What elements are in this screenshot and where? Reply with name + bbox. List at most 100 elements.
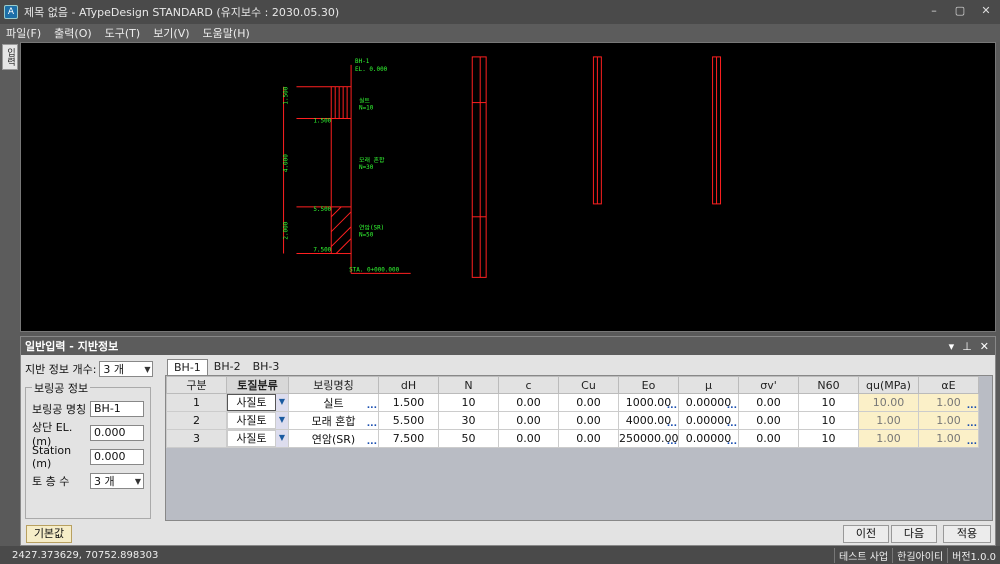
- soil-class-select[interactable]: 사질토 ▼: [226, 429, 289, 448]
- boring-name-input[interactable]: BH-1: [90, 401, 144, 417]
- cell-text: 1.00: [936, 396, 961, 409]
- eo-cell[interactable]: 250000.00...: [618, 429, 679, 448]
- chevron-down-icon: ▼: [144, 364, 151, 374]
- menu-tools[interactable]: 도구(T): [105, 25, 141, 41]
- mu-cell[interactable]: 0.00000...: [678, 429, 739, 448]
- ellipsis-icon[interactable]: ...: [367, 401, 377, 411]
- panel-close-icon[interactable]: ✕: [980, 340, 989, 353]
- boring-name-cell[interactable]: 연암(SR)...: [288, 429, 379, 448]
- soil-class-select[interactable]: 사질토 ▼: [226, 411, 289, 430]
- ellipsis-icon[interactable]: ...: [367, 419, 377, 429]
- grid-cell[interactable]: 0.00: [558, 429, 619, 448]
- tab-bh-2[interactable]: BH-2: [208, 359, 247, 375]
- soil-class-value: 사질토: [227, 412, 276, 429]
- soil-layers-label: 토 층 수: [32, 475, 70, 488]
- soil-layers-select[interactable]: 3 개 ▼: [90, 473, 144, 489]
- grid-cell[interactable]: 10: [438, 393, 499, 412]
- top-el-input[interactable]: 0.000: [90, 425, 144, 441]
- menu-view[interactable]: 보기(V): [153, 25, 189, 41]
- eo-cell[interactable]: 1000.00...: [618, 393, 679, 412]
- tab-bh-3[interactable]: BH-3: [247, 359, 286, 375]
- grid-cell[interactable]: 0.00: [558, 393, 619, 412]
- layer-1-name: 실트: [359, 97, 370, 105]
- grid-cell[interactable]: 0.00: [558, 411, 619, 430]
- grid-cell[interactable]: 0.00: [498, 393, 559, 412]
- ae-cell[interactable]: 1.00...: [918, 393, 979, 412]
- dropdown-icon[interactable]: ▾: [949, 340, 955, 353]
- apply-button[interactable]: 적용: [943, 525, 991, 543]
- ellipsis-icon[interactable]: ...: [967, 437, 977, 447]
- mu-cell[interactable]: 0.00000...: [678, 411, 739, 430]
- row-number: 1: [166, 393, 227, 412]
- grid-cell[interactable]: 0.00: [498, 411, 559, 430]
- borehole-tabs: BH-1 BH-2 BH-3: [167, 359, 285, 375]
- col-header: Eo: [618, 376, 679, 394]
- el-label: EL. 0.000: [355, 66, 388, 73]
- ellipsis-icon[interactable]: ...: [667, 419, 677, 429]
- col-header: μ: [678, 376, 739, 394]
- ellipsis-icon[interactable]: ...: [367, 437, 377, 447]
- menu-file[interactable]: 파일(F): [6, 25, 41, 41]
- ellipsis-icon[interactable]: ...: [727, 401, 737, 411]
- ellipsis-icon[interactable]: ...: [727, 437, 737, 447]
- station-drawing-label: STA. 0+000.000: [349, 266, 399, 273]
- grid-cell[interactable]: 0.00: [738, 411, 799, 430]
- grid-cell-readonly: 1.00: [858, 411, 919, 430]
- soil-class-select[interactable]: 사질토 ▼: [226, 393, 289, 412]
- menu-bar: 파일(F) 출력(O) 도구(T) 보기(V) 도움말(H): [0, 24, 1000, 42]
- default-values-button[interactable]: 기본값: [26, 525, 72, 543]
- next-button[interactable]: 다음: [891, 525, 937, 543]
- row-number: 2: [166, 411, 227, 430]
- ground-info-grid: 구분 토질분류 보링명칭 dH N c Cu Eo μ σv' N60 qu(M…: [165, 375, 993, 521]
- grid-cell[interactable]: 50: [438, 429, 499, 448]
- layer-count-label: 지반 정보 개수:: [25, 363, 97, 376]
- grid-cell[interactable]: 0.00: [738, 429, 799, 448]
- ae-cell[interactable]: 1.00...: [918, 411, 979, 430]
- boring-name-cell[interactable]: 실트...: [288, 393, 379, 412]
- grid-cell[interactable]: 10: [798, 429, 859, 448]
- soil-class-value: 사질토: [227, 394, 276, 411]
- grid-cell[interactable]: 30: [438, 411, 499, 430]
- side-tab-input[interactable]: 입력: [2, 44, 18, 70]
- ellipsis-icon[interactable]: ...: [727, 419, 737, 429]
- ellipsis-icon[interactable]: ...: [967, 401, 977, 411]
- layer-3-n: N=50: [359, 232, 374, 239]
- boring-name-cell[interactable]: 모래 혼합...: [288, 411, 379, 430]
- grid-cell[interactable]: 10: [798, 411, 859, 430]
- ae-cell[interactable]: 1.00...: [918, 429, 979, 448]
- drawing-canvas[interactable]: BH-1 EL. 0.000 1.500 5.500 7.500 실트 N=10…: [20, 42, 996, 332]
- menu-output[interactable]: 출력(O): [54, 25, 91, 41]
- menu-help[interactable]: 도움말(H): [203, 25, 250, 41]
- ellipsis-icon[interactable]: ...: [667, 437, 677, 447]
- grid-cell[interactable]: 0.00: [738, 393, 799, 412]
- layer-count-select[interactable]: 3 개 ▼: [99, 361, 154, 377]
- grid-cell[interactable]: 5.500: [378, 411, 439, 430]
- grid-cell[interactable]: 0.00: [498, 429, 559, 448]
- col-header: qu(MPa): [858, 376, 919, 394]
- cursor-coordinates: 2427.373629, 70752.898303: [12, 549, 159, 561]
- chevron-down-icon: ▼: [276, 412, 288, 429]
- ellipsis-icon[interactable]: ...: [667, 401, 677, 411]
- layer-1-n: N=10: [359, 105, 374, 112]
- tab-bh-1[interactable]: BH-1: [167, 359, 208, 375]
- minimize-icon[interactable]: –: [926, 4, 942, 18]
- status-bar: 2427.373629, 70752.898303 테스트 사업 한길아이티 버…: [0, 546, 1000, 564]
- depth-1: 1.500: [313, 117, 331, 124]
- cell-text: 실트: [323, 396, 344, 410]
- pin-icon[interactable]: ⊥: [962, 340, 972, 353]
- layer-2-name: 모래 혼합: [359, 156, 385, 164]
- cell-text: 연암(SR): [311, 432, 356, 446]
- grid-cell[interactable]: 7.500: [378, 429, 439, 448]
- panel-header: 일반입력 - 지반정보 ▾ ⊥ ✕: [21, 337, 995, 355]
- depth-3: 7.500: [313, 247, 331, 254]
- mu-cell[interactable]: 0.00000...: [678, 393, 739, 412]
- station-input[interactable]: 0.000: [90, 449, 144, 465]
- grid-cell[interactable]: 1.500: [378, 393, 439, 412]
- prev-button[interactable]: 이전: [843, 525, 889, 543]
- grid-cell[interactable]: 10: [798, 393, 859, 412]
- maximize-icon[interactable]: ▢: [952, 4, 968, 18]
- cell-text: 모래 혼합: [311, 414, 356, 428]
- close-icon[interactable]: ✕: [978, 4, 994, 18]
- eo-cell[interactable]: 4000.00...: [618, 411, 679, 430]
- ellipsis-icon[interactable]: ...: [967, 419, 977, 429]
